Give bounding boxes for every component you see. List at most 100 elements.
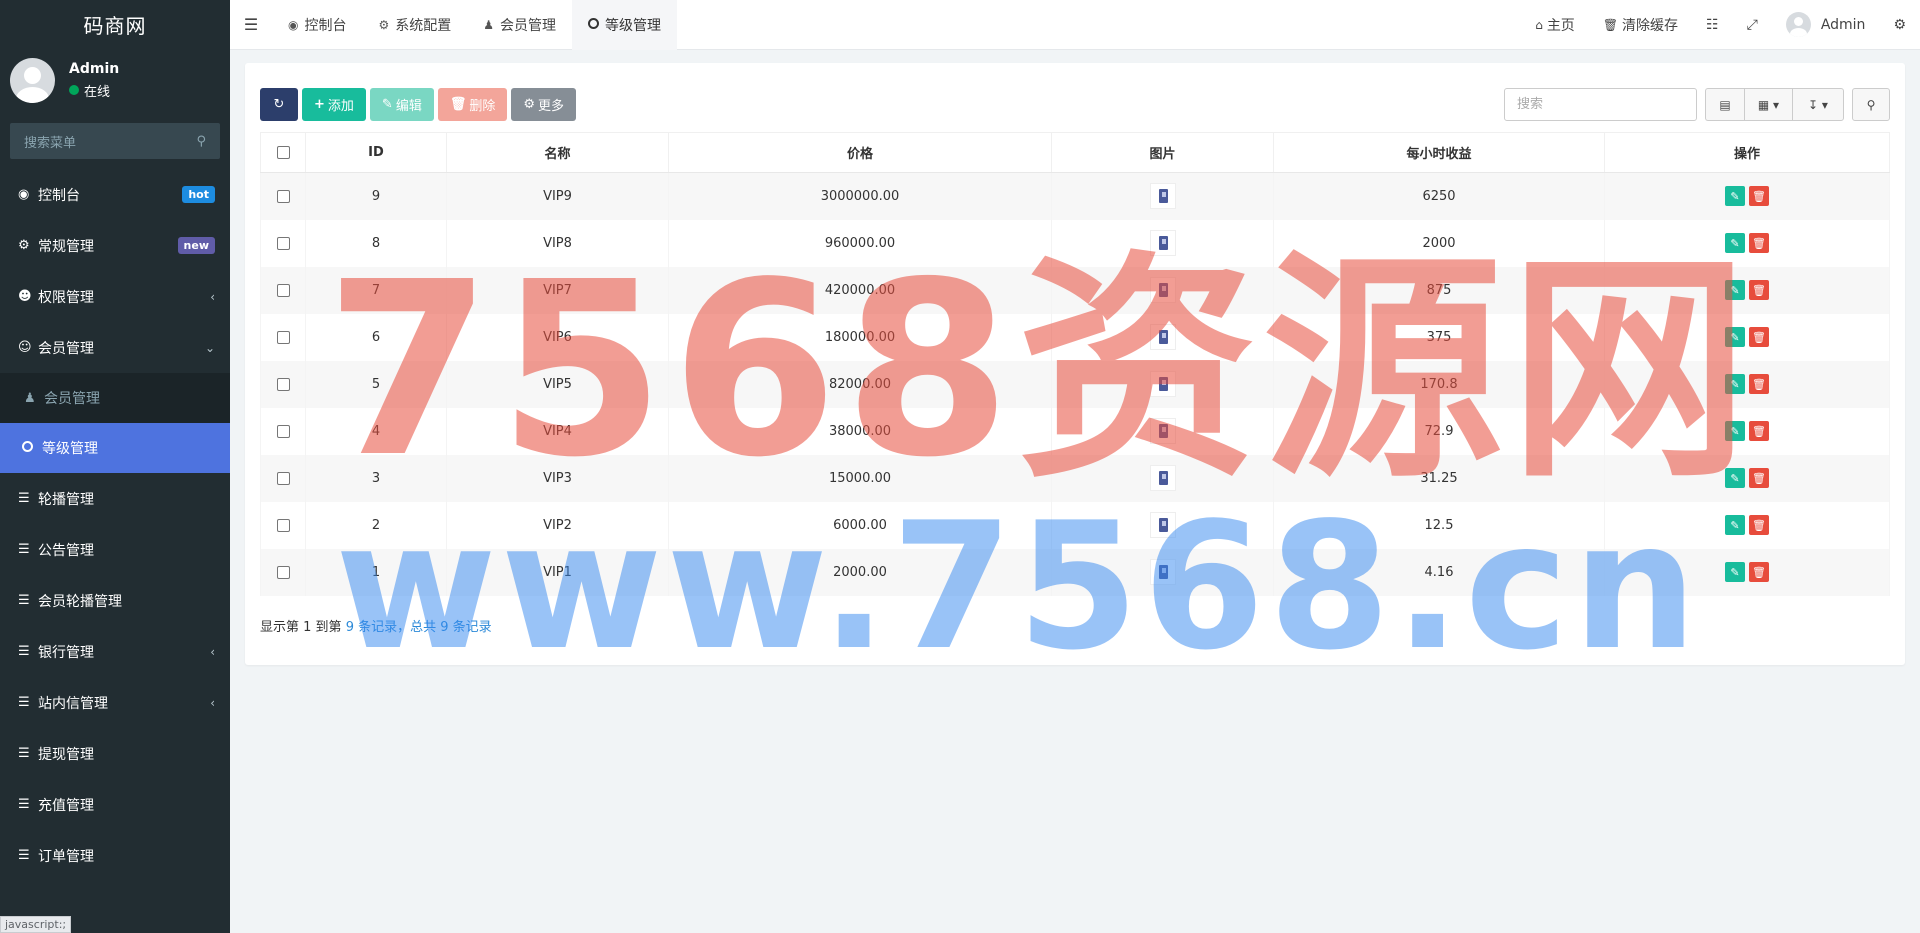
sidebar-item-order[interactable]: ☰ 订单管理 bbox=[0, 830, 230, 881]
level-thumbnail[interactable] bbox=[1149, 418, 1176, 444]
column-header-hourly-earning[interactable]: 每小时收益 bbox=[1273, 132, 1605, 173]
row-checkbox[interactable] bbox=[276, 377, 290, 391]
row-edit-button[interactable]: ✎ bbox=[1725, 186, 1745, 207]
clear-cache-button[interactable]: 🗑 清除缓存 bbox=[1589, 15, 1692, 35]
row-delete-button[interactable]: 🗑 bbox=[1749, 421, 1769, 441]
language-button[interactable]: ☷ bbox=[1692, 17, 1733, 33]
sidebar-item-general[interactable]: ⚙ 常规管理 new bbox=[0, 220, 230, 271]
table-row[interactable]: 1 VIP1 2000.00 4.16 ✎ 🗑 bbox=[260, 548, 1890, 596]
row-delete-button[interactable]: 🗑 bbox=[1749, 562, 1769, 582]
sidebar-item-withdraw[interactable]: ☰ 提现管理 bbox=[0, 728, 230, 779]
sidebar-item-notice[interactable]: ☰ 公告管理 bbox=[0, 524, 230, 575]
tab-dashboard[interactable]: ◉ 控制台 bbox=[272, 0, 362, 50]
more-button[interactable]: ⚙ 更多 bbox=[511, 88, 577, 121]
tab-member[interactable]: ♟ 会员管理 bbox=[467, 0, 572, 50]
sidebar-item-carousel[interactable]: ☰ 轮播管理 bbox=[0, 473, 230, 524]
column-header-image[interactable]: 图片 bbox=[1051, 132, 1274, 173]
sidebar-item-auth[interactable]: ☻ 权限管理 ‹ bbox=[0, 271, 230, 322]
table-row[interactable]: 7 VIP7 420000.00 875 ✎ 🗑 bbox=[260, 266, 1890, 314]
row-edit-button[interactable]: ✎ bbox=[1725, 233, 1745, 253]
row-delete-button[interactable]: 🗑 bbox=[1749, 327, 1769, 347]
row-checkbox[interactable] bbox=[276, 330, 290, 344]
row-checkbox[interactable] bbox=[276, 565, 290, 579]
row-delete-button[interactable]: 🗑 bbox=[1749, 515, 1769, 535]
home-link[interactable]: ⌂ 主页 bbox=[1521, 15, 1589, 35]
tab-level[interactable]: 等级管理 bbox=[572, 0, 678, 50]
level-thumbnail[interactable] bbox=[1149, 371, 1176, 397]
plus-icon: + bbox=[314, 97, 325, 112]
columns-icon: ▦ ▾ bbox=[1757, 97, 1780, 112]
level-thumbnail[interactable] bbox=[1149, 465, 1176, 491]
table-search-input[interactable] bbox=[1504, 88, 1697, 121]
columns-button[interactable]: ▦ ▾ bbox=[1744, 88, 1792, 121]
row-edit-button[interactable]: ✎ bbox=[1725, 562, 1745, 582]
delete-button[interactable]: 🗑 删除 bbox=[437, 88, 508, 121]
table-row[interactable]: 5 VIP5 82000.00 170.8 ✎ 🗑 bbox=[260, 360, 1890, 408]
row-edit-button[interactable]: ✎ bbox=[1725, 468, 1745, 488]
sidebar-toggle-icon[interactable]: ☰ bbox=[230, 15, 272, 34]
tab-system-config[interactable]: ⚙ 系统配置 bbox=[362, 0, 467, 50]
sidebar-subitem-member[interactable]: ♟ 会员管理 bbox=[0, 373, 230, 423]
table-row[interactable]: 2 VIP2 6000.00 12.5 ✎ 🗑 bbox=[260, 501, 1890, 549]
level-thumbnail[interactable] bbox=[1149, 512, 1176, 538]
row-delete-button[interactable]: 🗑 bbox=[1749, 186, 1769, 207]
row-checkbox[interactable] bbox=[276, 424, 290, 438]
column-header-name[interactable]: 名称 bbox=[446, 132, 669, 173]
control-sidebar-button[interactable]: ⚙ bbox=[1879, 17, 1920, 33]
sidebar-item-label: 等级管理 bbox=[42, 441, 98, 457]
sidebar-item-bank[interactable]: ☰ 银行管理 ‹ bbox=[0, 626, 230, 677]
edit-button[interactable]: ✎ 编辑 bbox=[369, 88, 434, 121]
app-logo[interactable]: 码商网 bbox=[0, 0, 230, 49]
sidebar-item-member-carousel[interactable]: ☰ 会员轮播管理 bbox=[0, 575, 230, 626]
column-header-price[interactable]: 价格 bbox=[668, 132, 1052, 173]
row-edit-button[interactable]: ✎ bbox=[1725, 280, 1745, 300]
row-checkbox[interactable] bbox=[276, 471, 290, 485]
level-thumbnail[interactable] bbox=[1149, 183, 1176, 210]
toggle-view-button[interactable]: ▤ bbox=[1705, 88, 1744, 121]
sidebar-item-recharge[interactable]: ☰ 充值管理 bbox=[0, 779, 230, 830]
add-button[interactable]: + 添加 bbox=[302, 88, 366, 121]
row-checkbox[interactable] bbox=[276, 236, 290, 250]
column-header-id[interactable]: ID bbox=[305, 132, 447, 173]
table-row[interactable]: 4 VIP4 38000.00 72.9 ✎ 🗑 bbox=[260, 407, 1890, 455]
row-delete-button[interactable]: 🗑 bbox=[1749, 233, 1769, 253]
trash-icon: 🗑 bbox=[1752, 565, 1766, 579]
fullscreen-button[interactable]: ⤢ bbox=[1733, 17, 1772, 33]
level-thumbnail[interactable] bbox=[1149, 277, 1176, 303]
row-edit-button[interactable]: ✎ bbox=[1725, 374, 1745, 394]
row-checkbox[interactable] bbox=[276, 283, 290, 297]
row-checkbox[interactable] bbox=[276, 189, 290, 203]
trash-icon: 🗑 bbox=[1752, 283, 1766, 297]
level-thumbnail[interactable] bbox=[1149, 559, 1176, 585]
new-badge: new bbox=[177, 237, 215, 254]
advanced-search-button[interactable]: ⚲ bbox=[1852, 88, 1890, 121]
row-edit-button[interactable]: ✎ bbox=[1725, 421, 1745, 441]
select-all-checkbox[interactable] bbox=[276, 146, 290, 159]
search-icon: ⚲ bbox=[196, 133, 206, 149]
row-edit-button[interactable]: ✎ bbox=[1725, 327, 1745, 347]
trash-icon: 🗑 bbox=[449, 97, 467, 112]
table-row[interactable]: 8 VIP8 960000.00 2000 ✎ 🗑 bbox=[260, 219, 1890, 267]
refresh-button[interactable]: ↻ bbox=[260, 88, 298, 121]
level-thumbnail[interactable] bbox=[1149, 324, 1176, 350]
row-edit-button[interactable]: ✎ bbox=[1725, 515, 1745, 535]
sidebar-subitem-level[interactable]: 等级管理 bbox=[0, 423, 230, 473]
sidebar-item-message[interactable]: ☰ 站内信管理 ‹ bbox=[0, 677, 230, 728]
row-checkbox[interactable] bbox=[276, 518, 290, 532]
cogs-icon: ⚙ bbox=[1893, 16, 1906, 33]
row-delete-button[interactable]: 🗑 bbox=[1749, 374, 1769, 394]
level-thumbnail[interactable] bbox=[1149, 230, 1176, 256]
sidebar-item-dashboard[interactable]: ◉ 控制台 hot bbox=[0, 169, 230, 220]
pencil-icon: ✎ bbox=[1730, 283, 1740, 297]
row-delete-button[interactable]: 🗑 bbox=[1749, 280, 1769, 300]
user-circle-icon: ☺ bbox=[18, 340, 32, 355]
sidebar-item-member[interactable]: ☺ 会员管理 ⌄ bbox=[0, 322, 230, 373]
table-row[interactable]: 6 VIP6 180000.00 375 ✎ 🗑 bbox=[260, 313, 1890, 361]
table-row[interactable]: 9 VIP9 3000000.00 6250 ✎ 🗑 bbox=[260, 172, 1890, 220]
user-menu[interactable]: Admin bbox=[1772, 12, 1880, 37]
row-delete-button[interactable]: 🗑 bbox=[1749, 468, 1769, 488]
menu-search-input[interactable]: 搜索菜单 ⚲ bbox=[10, 123, 220, 159]
cog-icon: ⚙ bbox=[523, 97, 536, 112]
table-row[interactable]: 3 VIP3 15000.00 31.25 ✎ 🗑 bbox=[260, 454, 1890, 502]
export-button[interactable]: ↧ ▾ bbox=[1792, 88, 1844, 121]
